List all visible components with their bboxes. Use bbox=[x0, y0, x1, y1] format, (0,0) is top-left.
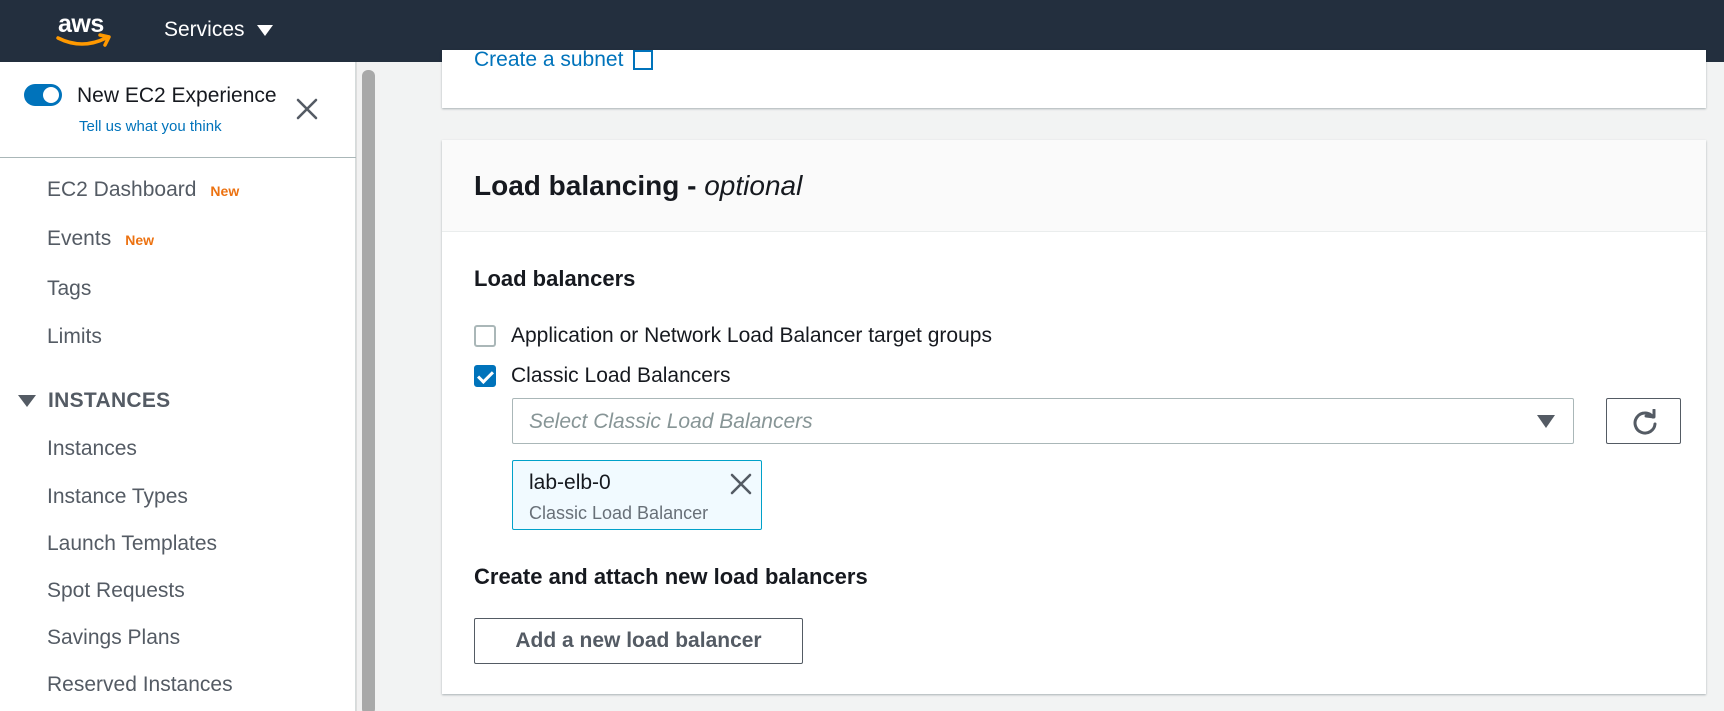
load-balancing-card: Load balancing - optional Load balancers… bbox=[442, 140, 1706, 694]
triangle-down-icon bbox=[18, 395, 36, 407]
new-experience-toggle[interactable] bbox=[24, 84, 62, 106]
refresh-button[interactable] bbox=[1606, 398, 1681, 444]
services-label: Services bbox=[164, 18, 245, 41]
feedback-link[interactable]: Tell us what you think bbox=[79, 118, 222, 135]
sidebar-scrollbar[interactable] bbox=[356, 62, 380, 711]
classic-lb-select[interactable]: Select Classic Load Balancers bbox=[512, 398, 1574, 444]
create-subnet-link[interactable]: Create a subnet bbox=[474, 48, 654, 72]
sidebar-section-label: INSTANCES bbox=[48, 389, 171, 412]
target-groups-label: Application or Network Load Balancer tar… bbox=[511, 324, 992, 347]
token-name: lab-elb-0 bbox=[529, 471, 611, 494]
aws-smile-icon bbox=[56, 33, 111, 47]
scrollbar-thumb[interactable] bbox=[362, 70, 375, 711]
token-description: Classic Load Balancer bbox=[529, 503, 709, 523]
sidebar-item-label: Reserved Instances bbox=[47, 673, 233, 696]
sidebar-item-label: Instance Types bbox=[47, 485, 188, 508]
sidebar-item-spot-requests[interactable]: Spot Requests bbox=[47, 579, 185, 603]
sidebar-item-savings-plans[interactable]: Savings Plans bbox=[47, 626, 180, 650]
add-load-balancer-button[interactable]: Add a new load balancer bbox=[474, 618, 803, 664]
sidebar-section-instances[interactable]: INSTANCES bbox=[18, 389, 171, 413]
sidebar-item-label: Launch Templates bbox=[47, 532, 218, 555]
card-title-optional: optional bbox=[704, 170, 803, 201]
toggle-knob bbox=[43, 87, 59, 103]
aws-logo[interactable]: aws bbox=[56, 10, 116, 50]
caret-down-icon bbox=[256, 24, 273, 36]
select-placeholder: Select Classic Load Balancers bbox=[529, 410, 813, 433]
sidebar-item-ec2-dashboard[interactable]: EC2 Dashboard New bbox=[47, 178, 239, 202]
sidebar-item-label: Limits bbox=[47, 325, 102, 348]
sidebar: New EC2 Experience Tell us what you thin… bbox=[0, 62, 356, 711]
caret-down-icon bbox=[1537, 415, 1555, 428]
card-title-text: Load balancing - bbox=[474, 170, 705, 201]
new-experience-panel: New EC2 Experience Tell us what you thin… bbox=[0, 62, 356, 158]
create-subnet-label: Create a subnet bbox=[474, 48, 624, 71]
sidebar-item-label: Tags bbox=[47, 277, 92, 300]
new-badge: New bbox=[125, 232, 154, 248]
sidebar-item-label: Events bbox=[47, 227, 112, 250]
target-groups-checkbox[interactable] bbox=[474, 325, 496, 347]
refresh-icon bbox=[1633, 409, 1657, 435]
sidebar-item-events[interactable]: Events New bbox=[47, 227, 154, 251]
new-experience-title: New EC2 Experience bbox=[77, 84, 277, 107]
sidebar-item-reserved-instances[interactable]: Reserved Instances bbox=[47, 673, 233, 697]
sidebar-item-tags[interactable]: Tags bbox=[47, 277, 91, 301]
sidebar-item-label: EC2 Dashboard bbox=[47, 178, 197, 201]
new-badge: New bbox=[210, 183, 240, 199]
card-title: Load balancing - optional bbox=[474, 170, 802, 202]
target-groups-checkbox-row[interactable]: Application or Network Load Balancer tar… bbox=[474, 324, 992, 348]
create-attach-label: Create and attach new load balancers bbox=[474, 564, 868, 589]
external-link-icon bbox=[633, 50, 654, 70]
sidebar-item-instance-types[interactable]: Instance Types bbox=[47, 485, 188, 509]
load-balancers-label: Load balancers bbox=[474, 266, 636, 291]
sidebar-item-label: Spot Requests bbox=[47, 579, 185, 602]
classic-lb-checkbox-row[interactable]: Classic Load Balancers bbox=[474, 364, 730, 388]
sidebar-item-limits[interactable]: Limits bbox=[47, 325, 102, 349]
services-menu[interactable]: Services bbox=[164, 18, 273, 42]
card-header: Load balancing - optional bbox=[442, 140, 1706, 232]
network-card: Create a subnet bbox=[442, 48, 1706, 108]
sidebar-item-label: Savings Plans bbox=[47, 626, 181, 649]
sidebar-item-instances[interactable]: Instances bbox=[47, 437, 137, 461]
remove-token-icon[interactable] bbox=[729, 472, 753, 496]
sidebar-item-launch-templates[interactable]: Launch Templates bbox=[47, 532, 217, 556]
selected-lb-token: lab-elb-0 Classic Load Balancer bbox=[512, 460, 762, 530]
classic-lb-label: Classic Load Balancers bbox=[511, 364, 731, 387]
close-icon[interactable] bbox=[294, 96, 320, 122]
classic-lb-checkbox[interactable] bbox=[474, 365, 496, 387]
sidebar-item-label: Instances bbox=[47, 437, 137, 460]
